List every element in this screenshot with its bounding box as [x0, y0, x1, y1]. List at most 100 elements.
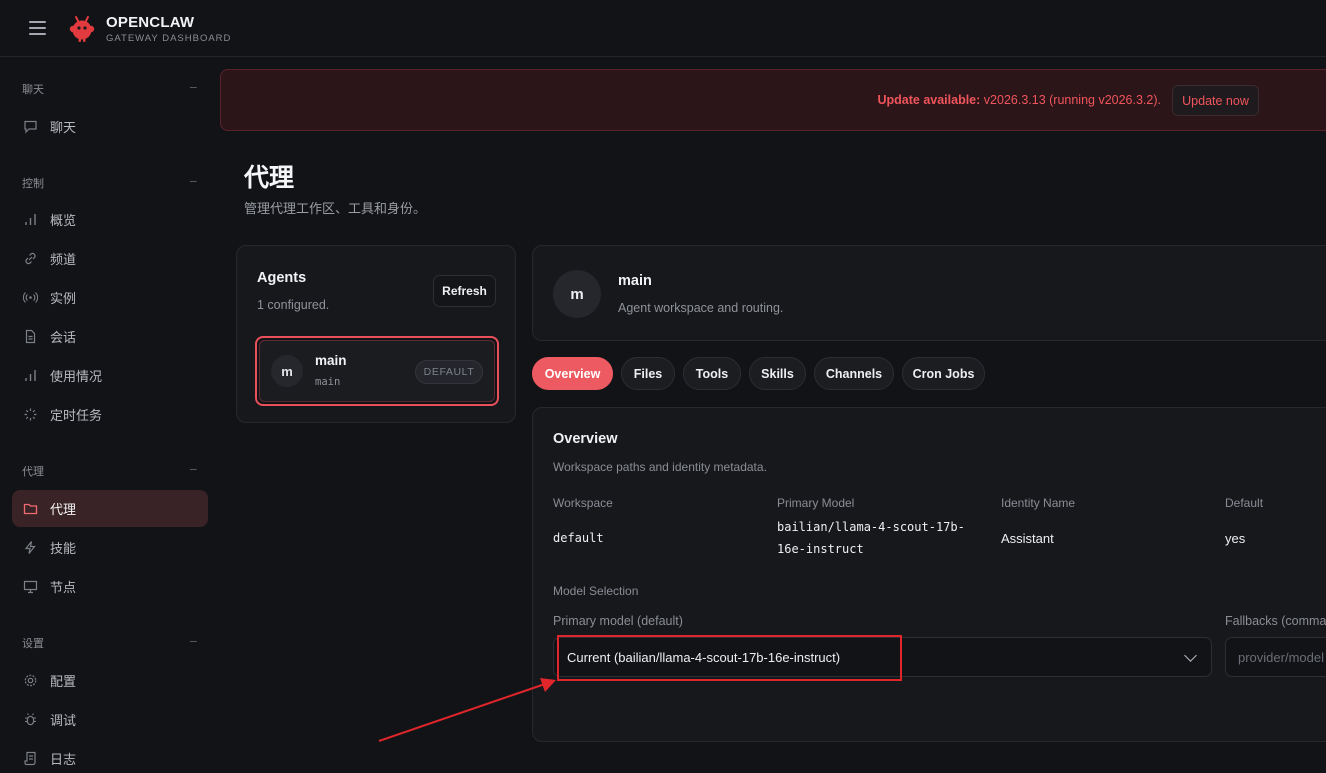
collapse-icon[interactable]: −	[189, 175, 198, 188]
collapse-icon[interactable]: −	[189, 81, 198, 94]
sidebar-group-agents[interactable]: 代理 −	[22, 463, 198, 479]
overview-subtitle: Workspace paths and identity metadata.	[553, 460, 767, 474]
agents-count: 1 configured.	[257, 298, 330, 312]
agents-panel: Agents 1 configured. Refresh m main main…	[236, 245, 516, 423]
refresh-button[interactable]: Refresh	[433, 275, 496, 307]
group-label: 设置	[22, 637, 44, 650]
sidebar-item-label: 聊天	[50, 121, 77, 136]
gear-icon	[23, 673, 38, 688]
sidebar-item-nodes[interactable]: 节点	[12, 568, 208, 605]
bar-chart-icon	[23, 212, 38, 227]
sidebar-group-control[interactable]: 控制 −	[22, 175, 198, 191]
sidebar-item-label: 概览	[50, 214, 77, 229]
update-prefix: Update available:	[877, 93, 981, 107]
folder-icon	[23, 501, 38, 516]
scroll-icon	[23, 751, 38, 766]
sidebar-item-channels[interactable]: 频道	[12, 240, 208, 277]
page-title: 代理	[244, 163, 295, 192]
update-message: Update available: v2026.3.13 (running v2…	[877, 93, 1161, 107]
model-selection-label: Model Selection	[553, 584, 639, 598]
default-badge: DEFAULT	[415, 360, 483, 384]
default-label: Default	[1225, 496, 1264, 510]
sidebar-item-instances[interactable]: 实例	[12, 279, 208, 316]
page-subtitle: 管理代理工作区、工具和身份。	[244, 202, 427, 217]
tab-overview[interactable]: Overview	[532, 357, 613, 390]
sidebar-item-cron[interactable]: 定时任务	[12, 396, 208, 433]
sidebar-item-sessions[interactable]: 会话	[12, 318, 208, 355]
avatar: m	[271, 355, 303, 387]
agent-header-name: main	[618, 273, 652, 289]
avatar: m	[553, 270, 601, 318]
top-bar: OPENCLAW GATEWAY DASHBOARD	[0, 0, 1326, 57]
sidebar-item-label: 实例	[50, 292, 77, 307]
agent-header: m main Agent workspace and routing.	[532, 245, 1326, 341]
fallbacks-input[interactable]	[1225, 637, 1326, 677]
sidebar-item-label: 频道	[50, 253, 77, 268]
group-label: 控制	[22, 177, 44, 190]
annotation-highlight-box	[557, 635, 902, 681]
agent-card-main[interactable]: m main main DEFAULT	[255, 336, 499, 406]
sidebar-item-label: 调试	[50, 714, 77, 729]
default-value: yes	[1225, 531, 1246, 546]
brand: OPENCLAW GATEWAY DASHBOARD	[106, 14, 231, 44]
sidebar-item-chat[interactable]: 聊天	[12, 108, 208, 145]
primary-model-value: bailian/llama-4-scout-17b- 16e-instruct	[777, 516, 965, 560]
sidebar-item-overview[interactable]: 概览	[12, 201, 208, 238]
agent-id: main	[315, 376, 341, 388]
agent-header-description: Agent workspace and routing.	[618, 301, 784, 315]
broadcast-icon	[23, 290, 38, 305]
sidebar-item-label: 代理	[50, 503, 77, 518]
link-icon	[23, 251, 38, 266]
workspace-value: default	[553, 531, 604, 545]
tab-skills[interactable]: Skills	[749, 357, 806, 390]
tab-cron-jobs[interactable]: Cron Jobs	[902, 357, 985, 390]
tab-tools[interactable]: Tools	[683, 357, 741, 390]
collapse-icon[interactable]: −	[189, 463, 198, 476]
sidebar-item-debug[interactable]: 调试	[12, 701, 208, 738]
brand-name: OPENCLAW	[106, 14, 195, 31]
sidebar-item-config[interactable]: 配置	[12, 662, 208, 699]
sidebar-item-usage[interactable]: 使用情况	[12, 357, 208, 394]
sidebar-item-skills[interactable]: 技能	[12, 529, 208, 566]
chevron-down-icon	[1184, 649, 1197, 662]
sidebar-item-label: 技能	[50, 542, 77, 557]
sidebar-group-chat[interactable]: 聊天 −	[22, 81, 198, 97]
hamburger-menu-icon[interactable]	[29, 21, 46, 35]
document-icon	[23, 329, 38, 344]
tab-channels[interactable]: Channels	[814, 357, 894, 390]
sidebar-item-label: 会话	[50, 331, 77, 346]
agents-title: Agents	[257, 270, 307, 286]
group-label: 聊天	[22, 83, 44, 96]
update-banner: Update available: v2026.3.13 (running v2…	[220, 69, 1326, 131]
overview-title: Overview	[553, 431, 618, 447]
identity-name-value: Assistant	[1001, 531, 1054, 546]
collapse-icon[interactable]: −	[189, 635, 198, 648]
lightning-icon	[23, 540, 38, 555]
update-now-button[interactable]: Update now	[1172, 85, 1259, 116]
group-label: 代理	[22, 465, 44, 478]
sidebar-group-settings[interactable]: 设置 −	[22, 635, 198, 651]
sidebar-item-label: 配置	[50, 675, 77, 690]
openclaw-logo-icon	[69, 16, 95, 42]
brand-subtitle: GATEWAY DASHBOARD	[106, 33, 232, 44]
primary-model-label: Primary Model	[777, 496, 855, 510]
sidebar-item-logs[interactable]: 日志	[12, 740, 208, 773]
sidebar-item-label: 日志	[50, 753, 77, 768]
chat-bubble-icon	[23, 119, 38, 134]
identity-name-label: Identity Name	[1001, 496, 1076, 510]
fallbacks-label: Fallbacks (comma-	[1225, 614, 1326, 628]
overview-panel: Overview Workspace paths and identity me…	[532, 407, 1326, 742]
agent-name: main	[315, 353, 347, 368]
bar-chart-icon	[23, 368, 38, 383]
sidebar-item-label: 节点	[50, 581, 77, 596]
workspace-label: Workspace	[553, 496, 613, 510]
tab-files[interactable]: Files	[621, 357, 675, 390]
sidebar: 聊天 − 聊天 控制 − 概览 频道 实例 会话 使用情况 定时任务 代理 − 代理 …	[0, 57, 218, 773]
update-version-text: v2026.3.13 (running v2026.3.2).	[980, 93, 1161, 107]
primary-model-line2: 16e-instruct	[777, 542, 864, 556]
sidebar-item-label: 定时任务	[50, 409, 103, 424]
bug-icon	[23, 712, 38, 727]
monitor-icon	[23, 579, 38, 594]
sidebar-item-agents[interactable]: 代理	[12, 490, 208, 527]
sidebar-item-label: 使用情况	[50, 370, 103, 385]
